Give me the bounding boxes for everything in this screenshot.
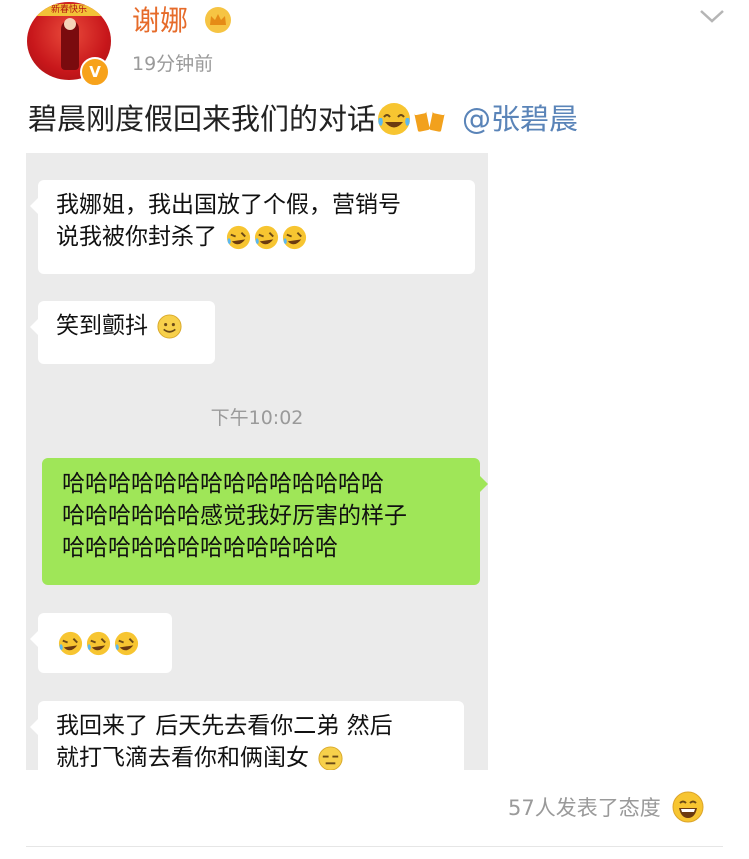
message-text: 就打飞滴去看你和俩闺女 — [56, 745, 309, 770]
mention-link[interactable]: @张碧晨 — [462, 96, 578, 142]
chat-bubble-3: 哈哈哈哈哈哈哈哈哈哈哈哈哈哈 哈哈哈哈哈哈感觉我好厉害的样子 哈哈哈哈哈哈哈哈哈… — [42, 458, 488, 585]
rolling-laugh-emoji — [86, 631, 111, 656]
verified-badge-icon: V — [80, 57, 110, 87]
message-line: 哈哈哈哈哈哈感觉我好厉害的样子 — [62, 503, 407, 529]
grinning-emoji[interactable] — [671, 790, 705, 824]
post-text-line: 碧晨刚度假回来我们的对话 @张碧晨 — [28, 96, 578, 142]
message-line: 我娜姐，我出国放了个假，营销号 — [56, 192, 401, 218]
rolling-laugh-emoji — [58, 631, 83, 656]
clinking-beers-emoji — [414, 108, 446, 132]
reactions-row[interactable]: 57人发表了态度 — [508, 790, 705, 824]
tears-of-joy-emoji — [378, 103, 411, 135]
smile-emoji — [157, 314, 182, 339]
rolling-laugh-emoji — [227, 225, 251, 250]
chevron-down-icon[interactable] — [698, 6, 726, 26]
chat-screenshot: 我娜姐，我出国放了个假，营销号 说我被你封杀了 笑到颤抖 下午10:02 哈哈哈… — [26, 153, 488, 770]
post-timestamp: 19分钟前 — [132, 53, 214, 75]
chat-bubble-4 — [30, 613, 172, 673]
message-line: 就打飞滴去看你和俩闺女 — [56, 742, 446, 770]
message-line: 哈哈哈哈哈哈哈哈哈哈哈哈哈哈 — [62, 471, 384, 497]
chat-bubble-5: 我回来了 后天先去看你二弟 然后 就打飞滴去看你和俩闺女 — [30, 701, 464, 770]
username[interactable]: 谢娜 — [132, 2, 188, 40]
chat-bubble-2: 笑到颤抖 — [30, 301, 215, 364]
reactions-count: 57人发表了态度 — [508, 796, 661, 820]
chat-time-divider: 下午10:02 — [210, 407, 304, 429]
message-line: 说我被你封杀了 — [56, 221, 457, 253]
rolling-laugh-emoji — [255, 225, 279, 250]
message-text: 说我被你封杀了 — [56, 224, 217, 250]
bottom-divider — [26, 846, 723, 847]
message-line: 我回来了 后天先去看你二弟 然后 — [56, 713, 393, 739]
message-text: 笑到颤抖 — [56, 313, 148, 339]
sly-emoji — [318, 746, 343, 770]
chat-bubble-1: 我娜姐，我出国放了个假，营销号 说我被你封杀了 — [30, 180, 475, 274]
avatar-face — [64, 18, 76, 30]
crown-icon — [205, 7, 231, 33]
rolling-laugh-emoji — [283, 225, 307, 250]
message-line: 哈哈哈哈哈哈哈哈哈哈哈哈 — [62, 535, 338, 561]
rolling-laugh-emoji — [114, 631, 139, 656]
post-text: 碧晨刚度假回来我们的对话 — [28, 102, 377, 136]
avatar-banner: 新春快乐 — [33, 4, 105, 16]
